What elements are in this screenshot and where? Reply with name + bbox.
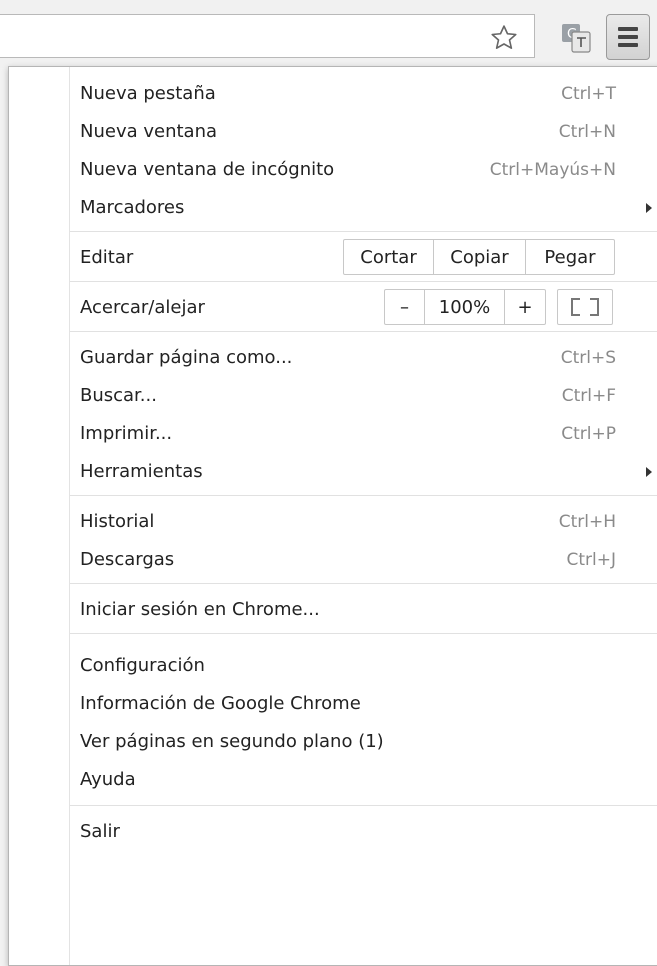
chrome-main-menu: Nueva pestaña Ctrl+T Nueva ventana Ctrl+… — [8, 66, 657, 966]
menu-item-label: Ayuda — [80, 769, 136, 790]
zoom-level: 100% — [425, 290, 505, 324]
menu-item-shortcut: Ctrl+F — [561, 385, 616, 406]
menu-item-new-tab[interactable]: Nueva pestaña Ctrl+T — [70, 75, 657, 112]
menu-item-incognito[interactable]: Nueva ventana de incógnito Ctrl+Mayús+N — [70, 151, 657, 188]
menu-item-find[interactable]: Buscar... Ctrl+F — [70, 377, 657, 414]
menu-item-label: Acercar/alejar — [80, 297, 205, 318]
menu-item-label: Herramientas — [80, 461, 203, 482]
menu-item-shortcut: Ctrl+S — [560, 347, 616, 368]
menu-item-shortcut: Ctrl+Mayús+N — [489, 159, 616, 180]
menu-item-downloads[interactable]: Descargas Ctrl+J — [70, 541, 657, 578]
menu-item-help[interactable]: Ayuda — [70, 761, 657, 798]
menu-item-label: Historial — [80, 511, 155, 532]
menu-separator — [70, 231, 657, 232]
menu-item-history[interactable]: Historial Ctrl+H — [70, 503, 657, 540]
menu-item-label: Salir — [80, 821, 120, 842]
menu-item-exit[interactable]: Salir — [70, 813, 657, 850]
menu-item-label: Nueva ventana de incógnito — [80, 159, 335, 180]
menu-item-label: Editar — [80, 247, 134, 268]
menu-item-label: Información de Google Chrome — [80, 693, 361, 714]
menu-item-label: Nueva ventana — [80, 121, 218, 142]
menu-gutter — [9, 67, 70, 965]
menu-separator — [70, 495, 657, 496]
menu-item-shortcut: Ctrl+J — [566, 549, 616, 570]
cut-button[interactable]: Cortar — [344, 240, 434, 274]
menu-item-label: Ver páginas en segundo plano (1) — [80, 731, 384, 752]
menu-item-label: Configuración — [80, 655, 205, 676]
copy-button[interactable]: Copiar — [434, 240, 526, 274]
paste-button[interactable]: Pegar — [526, 240, 614, 274]
hamburger-menu-icon[interactable] — [606, 14, 650, 60]
menu-item-shortcut: Ctrl+N — [558, 121, 616, 142]
page-translate-icon[interactable]: G — [556, 18, 596, 58]
menu-item-label: Guardar página como... — [80, 347, 293, 368]
zoom-out-button[interactable]: – — [385, 290, 425, 324]
menu-item-about[interactable]: Información de Google Chrome — [70, 685, 657, 722]
menu-separator — [70, 331, 657, 332]
menu-item-new-window[interactable]: Nueva ventana Ctrl+N — [70, 113, 657, 150]
menu-item-print[interactable]: Imprimir... Ctrl+P — [70, 415, 657, 452]
menu-separator — [70, 281, 657, 282]
submenu-arrow-icon — [646, 202, 652, 213]
menu-item-sign-in[interactable]: Iniciar sesión en Chrome... — [70, 591, 657, 628]
submenu-arrow-icon — [646, 466, 652, 477]
menu-item-save-as[interactable]: Guardar página como... Ctrl+S — [70, 339, 657, 376]
zoom-in-button[interactable]: + — [505, 290, 545, 324]
menu-item-label: Marcadores — [80, 197, 185, 218]
menu-item-tools[interactable]: Herramientas — [70, 453, 657, 490]
menu-separator — [70, 805, 657, 806]
menu-item-label: Iniciar sesión en Chrome... — [80, 599, 320, 620]
menu-item-settings[interactable]: Configuración — [70, 647, 657, 684]
address-bar[interactable] — [0, 14, 535, 58]
menu-item-label: Nueva pestaña — [80, 83, 216, 104]
menu-item-label: Buscar... — [80, 385, 157, 406]
menu-item-label: Imprimir... — [80, 423, 173, 444]
star-outline-icon[interactable] — [487, 22, 521, 54]
menu-item-shortcut: Ctrl+H — [558, 511, 616, 532]
zoom-button-group: – 100% + — [384, 289, 546, 325]
menu-item-shortcut: Ctrl+T — [561, 83, 616, 104]
menu-item-bookmarks[interactable]: Marcadores — [70, 189, 657, 226]
menu-item-background-pages[interactable]: Ver páginas en segundo plano (1) — [70, 723, 657, 760]
edit-button-group: Cortar Copiar Pegar — [343, 239, 615, 275]
menu-bar-line — [618, 43, 638, 47]
menu-bar-line — [618, 27, 638, 31]
menu-item-shortcut: Ctrl+P — [561, 423, 616, 444]
menu-bar-line — [618, 35, 638, 39]
menu-separator — [70, 583, 657, 584]
menu-item-label: Descargas — [80, 549, 175, 570]
browser-toolbar: G — [0, 0, 657, 68]
menu-separator — [70, 633, 657, 634]
fullscreen-icon[interactable] — [557, 289, 613, 325]
